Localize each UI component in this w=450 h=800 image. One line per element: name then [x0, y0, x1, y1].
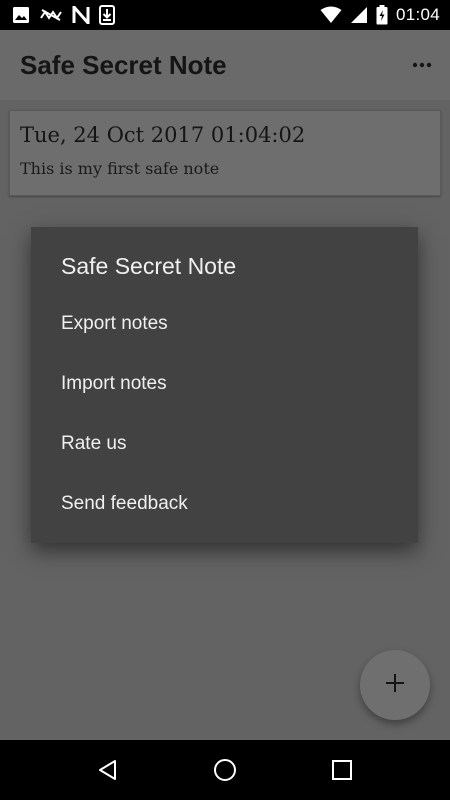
menu-item-rate-us[interactable]: Rate us [31, 414, 418, 474]
clock: 01:04 [395, 5, 440, 24]
note-card[interactable]: Tue, 24 Oct 2017 01:04:02 This is my fir… [9, 110, 441, 196]
home-icon[interactable] [200, 745, 250, 795]
status-bar: 01:04 [0, 0, 450, 30]
plus-icon [384, 672, 406, 699]
app-bar: Safe Secret Note [0, 30, 450, 100]
menu-item-export-notes[interactable]: Export notes [31, 294, 418, 354]
navigation-bar [0, 740, 450, 800]
app-title: Safe Secret Note [20, 49, 227, 80]
signal-off-icon [39, 6, 63, 24]
menu-item-send-feedback[interactable]: Send feedback [31, 474, 418, 534]
note-date: Tue, 24 Oct 2017 01:04:02 [20, 123, 306, 147]
menu-title: Safe Secret Note [61, 253, 237, 279]
cellular-icon [350, 6, 368, 24]
network-n-icon [72, 6, 90, 24]
note-text: This is my first safe note [20, 159, 220, 178]
download-icon [99, 5, 115, 25]
more-horizontal-icon[interactable] [410, 53, 434, 77]
options-menu: Safe Secret Note Export notes Import not… [31, 227, 418, 543]
wifi-icon [320, 6, 342, 24]
back-icon[interactable] [83, 745, 133, 795]
add-note-button[interactable] [360, 650, 430, 720]
image-icon [12, 6, 30, 24]
menu-item-import-notes[interactable]: Import notes [31, 354, 418, 414]
recents-icon[interactable] [317, 745, 367, 795]
battery-charging-icon [376, 5, 388, 25]
